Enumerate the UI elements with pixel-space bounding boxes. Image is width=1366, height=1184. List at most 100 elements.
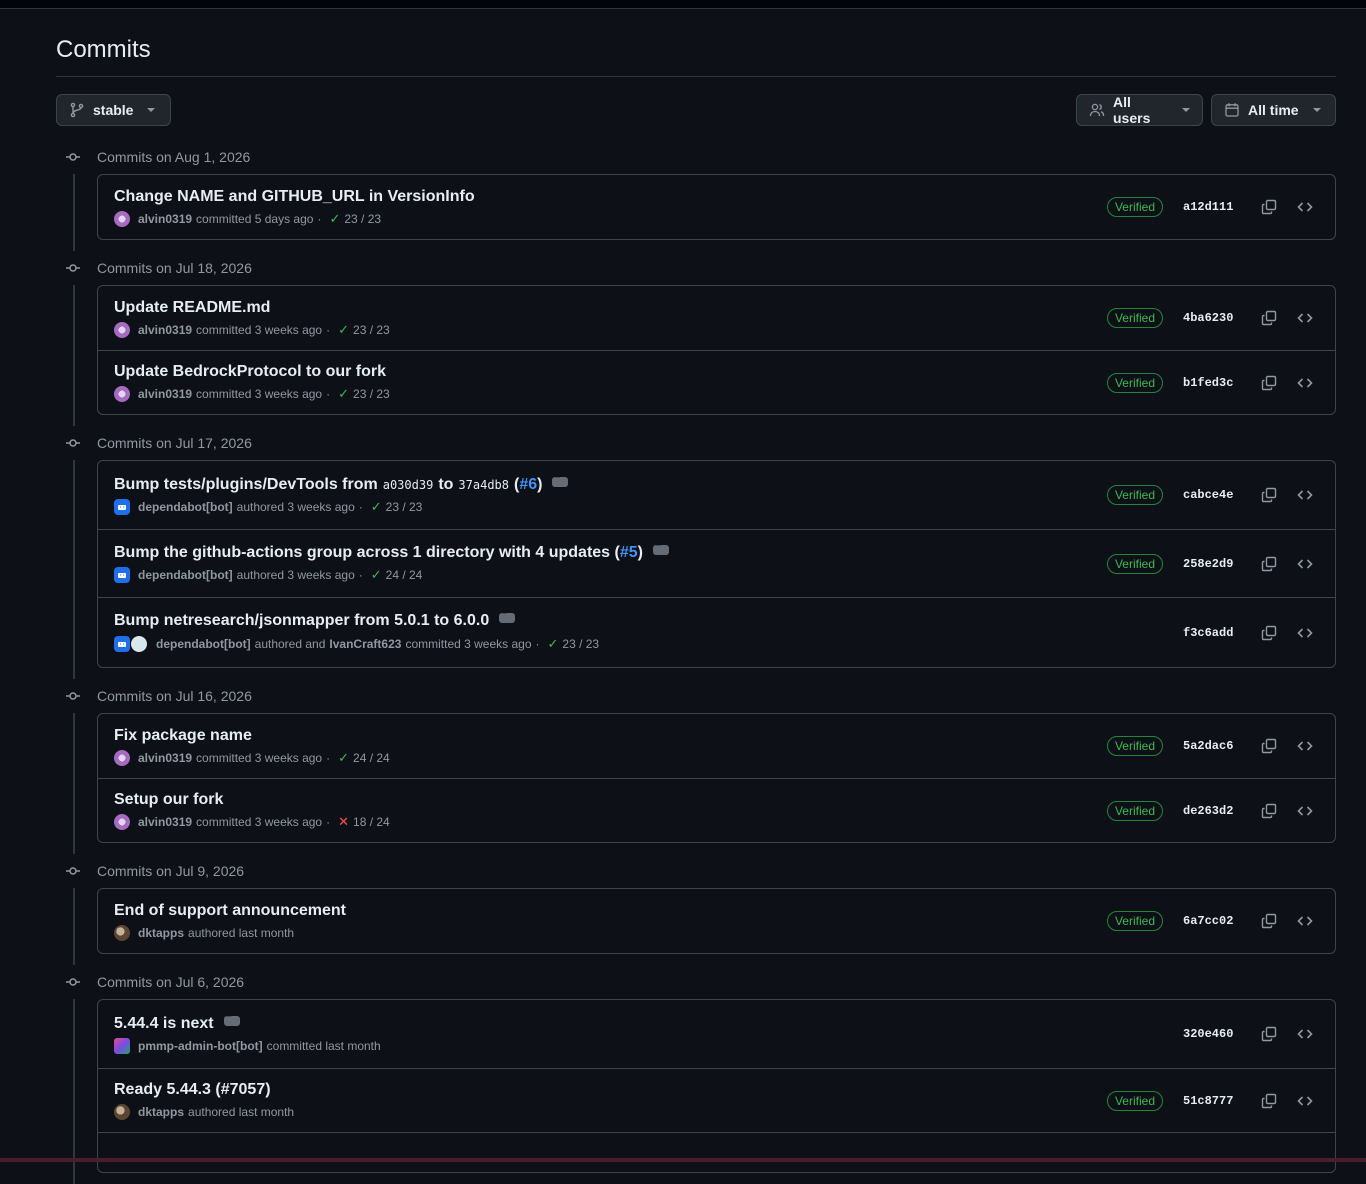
time-filter-button[interactable]: All time <box>1211 94 1336 126</box>
browse-repo-button[interactable] <box>1291 369 1319 397</box>
bot-avatar-icon[interactable] <box>114 1037 130 1054</box>
verified-badge[interactable]: Verified <box>1106 197 1163 217</box>
commit-row[interactable]: Bump netresearch/jsonmapper from 5.0.1 t… <box>98 597 1335 667</box>
commit-message-link[interactable]: Bump tests/plugins/DevTools from a030d39… <box>114 472 569 494</box>
browse-repo-button[interactable] <box>1291 797 1319 825</box>
avatar[interactable] <box>114 386 130 402</box>
commit-row[interactable]: End of support announcement dktapps auth… <box>98 889 1335 953</box>
verified-badge[interactable]: Verified <box>1106 1090 1163 1111</box>
verified-badge[interactable]: Verified <box>1106 911 1163 931</box>
commit-message-link[interactable]: Ready 5.44.3 (#7057) <box>114 1081 271 1099</box>
commit-message-text[interactable]: 5.44.4 is next <box>114 1015 214 1033</box>
copy-sha-button[interactable] <box>1255 1087 1283 1115</box>
check-icon[interactable]: ✓ <box>338 750 349 766</box>
commit-ref-from[interactable]: a030d39 <box>383 478 434 492</box>
copy-sha-button[interactable] <box>1255 304 1283 332</box>
author-link[interactable]: dependabot[bot] <box>138 568 233 582</box>
pull-request-link[interactable]: #5 <box>620 544 638 562</box>
commit-sha-link[interactable]: f3c6add <box>1183 626 1233 640</box>
copy-sha-button[interactable] <box>1255 797 1283 825</box>
browse-repo-button[interactable] <box>1291 1020 1319 1048</box>
commit-sha-link[interactable]: 4ba6230 <box>1183 311 1233 325</box>
commit-message-link[interactable]: Change NAME and GITHUB_URL in VersionInf… <box>114 188 475 206</box>
verified-badge[interactable]: Verified <box>1106 553 1163 574</box>
checks-count[interactable]: 23 / 23 <box>344 212 381 226</box>
commit-sha-link[interactable]: 320e460 <box>1183 1027 1233 1041</box>
author-link[interactable]: dependabot[bot] <box>138 500 233 514</box>
commit-sha-link[interactable]: a12d111 <box>1183 200 1233 214</box>
expand-description-button[interactable] <box>552 472 569 487</box>
bot-avatar-icon[interactable] <box>114 498 130 515</box>
commit-message-text[interactable]: Bump netresearch/jsonmapper from 5.0.1 t… <box>114 612 489 630</box>
browse-repo-button[interactable] <box>1291 619 1319 647</box>
branch-selector-button[interactable]: stable <box>56 94 171 126</box>
browse-repo-button[interactable] <box>1291 481 1319 509</box>
check-icon[interactable]: ✓ <box>338 386 349 402</box>
commit-message-link[interactable]: 5.44.4 is next <box>114 1011 381 1033</box>
commit-message-link[interactable]: Update BedrockProtocol to our fork <box>114 363 386 381</box>
commit-row[interactable] <box>98 1132 1335 1172</box>
check-icon[interactable]: ✓ <box>338 322 349 338</box>
commit-row[interactable]: Bump the github-actions group across 1 d… <box>98 529 1335 597</box>
commit-message-link[interactable]: Setup our fork <box>114 791 223 809</box>
copy-sha-button[interactable] <box>1255 619 1283 647</box>
users-filter-button[interactable]: All users <box>1076 94 1203 126</box>
browse-repo-button[interactable] <box>1291 907 1319 935</box>
avatar[interactable] <box>114 924 130 941</box>
commit-sha-link[interactable]: 5a2dac6 <box>1183 739 1233 753</box>
commit-message-text[interactable]: Bump the github-actions group across 1 d… <box>114 544 620 562</box>
author-link[interactable]: dependabot[bot] <box>156 637 251 651</box>
copy-sha-button[interactable] <box>1255 369 1283 397</box>
pull-request-link[interactable]: #6 <box>519 476 537 494</box>
checks-count[interactable]: 23 / 23 <box>353 387 390 401</box>
bot-avatar-icon[interactable] <box>114 567 130 583</box>
author-link[interactable]: alvin0319 <box>138 815 192 829</box>
checks-count[interactable]: 23 / 23 <box>386 500 423 514</box>
checks-count[interactable]: 24 / 24 <box>386 568 423 582</box>
commit-message-link[interactable]: Bump netresearch/jsonmapper from 5.0.1 t… <box>114 608 599 630</box>
commit-row[interactable]: 5.44.4 is next pmmp-admin-bot[bot] commi… <box>98 1000 1335 1068</box>
browse-repo-button[interactable] <box>1291 193 1319 221</box>
expand-description-button[interactable] <box>499 608 516 623</box>
commit-message-link[interactable]: Update README.md <box>114 299 270 317</box>
checks-count[interactable]: 23 / 23 <box>353 323 390 337</box>
browse-repo-button[interactable] <box>1291 550 1319 578</box>
browse-repo-button[interactable] <box>1291 1087 1319 1115</box>
commit-sha-link[interactable]: b1fed3c <box>1183 376 1233 390</box>
commit-row[interactable]: Fix package name alvin0319 committed 3 w… <box>98 714 1335 778</box>
checks-count[interactable]: 23 / 23 <box>562 637 599 651</box>
commit-row[interactable]: Update BedrockProtocol to our fork alvin… <box>98 350 1335 414</box>
commit-message-link[interactable]: Fix package name <box>114 727 252 745</box>
checks-count[interactable]: 24 / 24 <box>353 751 390 765</box>
copy-sha-button[interactable] <box>1255 481 1283 509</box>
browse-repo-button[interactable] <box>1291 304 1319 332</box>
commit-row[interactable]: Change NAME and GITHUB_URL in VersionInf… <box>98 175 1335 239</box>
copy-sha-button[interactable] <box>1255 550 1283 578</box>
copy-sha-button[interactable] <box>1255 1020 1283 1048</box>
expand-description-button[interactable] <box>652 540 669 555</box>
author-link[interactable]: alvin0319 <box>138 323 192 337</box>
avatar[interactable] <box>114 749 130 766</box>
commit-sha-link[interactable]: de263d2 <box>1183 804 1233 818</box>
commit-sha-link[interactable]: 6a7cc02 <box>1183 914 1233 928</box>
bot-avatar-icon[interactable] <box>114 636 130 652</box>
verified-badge[interactable]: Verified <box>1106 800 1163 821</box>
author-link[interactable]: dktapps <box>138 1105 184 1119</box>
commit-row[interactable]: Update README.md alvin0319 committed 3 w… <box>98 286 1335 350</box>
checks-count[interactable]: 18 / 24 <box>353 815 390 829</box>
commit-message-text[interactable]: Bump tests/plugins/DevTools from <box>114 476 378 494</box>
expand-description-button[interactable] <box>223 1011 240 1026</box>
verified-badge[interactable]: Verified <box>1106 372 1163 393</box>
coauthor-avatar[interactable] <box>130 635 148 653</box>
verified-badge[interactable]: Verified <box>1106 485 1163 505</box>
commit-row[interactable]: Bump tests/plugins/DevTools from a030d39… <box>98 461 1335 529</box>
author-link[interactable]: dktapps <box>138 926 184 940</box>
check-icon[interactable]: ✓ <box>371 499 382 515</box>
copy-sha-button[interactable] <box>1255 732 1283 760</box>
author-link[interactable]: alvin0319 <box>138 387 192 401</box>
check-icon[interactable]: ✓ <box>548 636 559 652</box>
avatar[interactable] <box>114 321 130 338</box>
check-icon[interactable]: ✓ <box>371 567 382 583</box>
commit-row[interactable]: Setup our fork alvin0319 committed 3 wee… <box>98 778 1335 842</box>
verified-badge[interactable]: Verified <box>1106 736 1163 756</box>
